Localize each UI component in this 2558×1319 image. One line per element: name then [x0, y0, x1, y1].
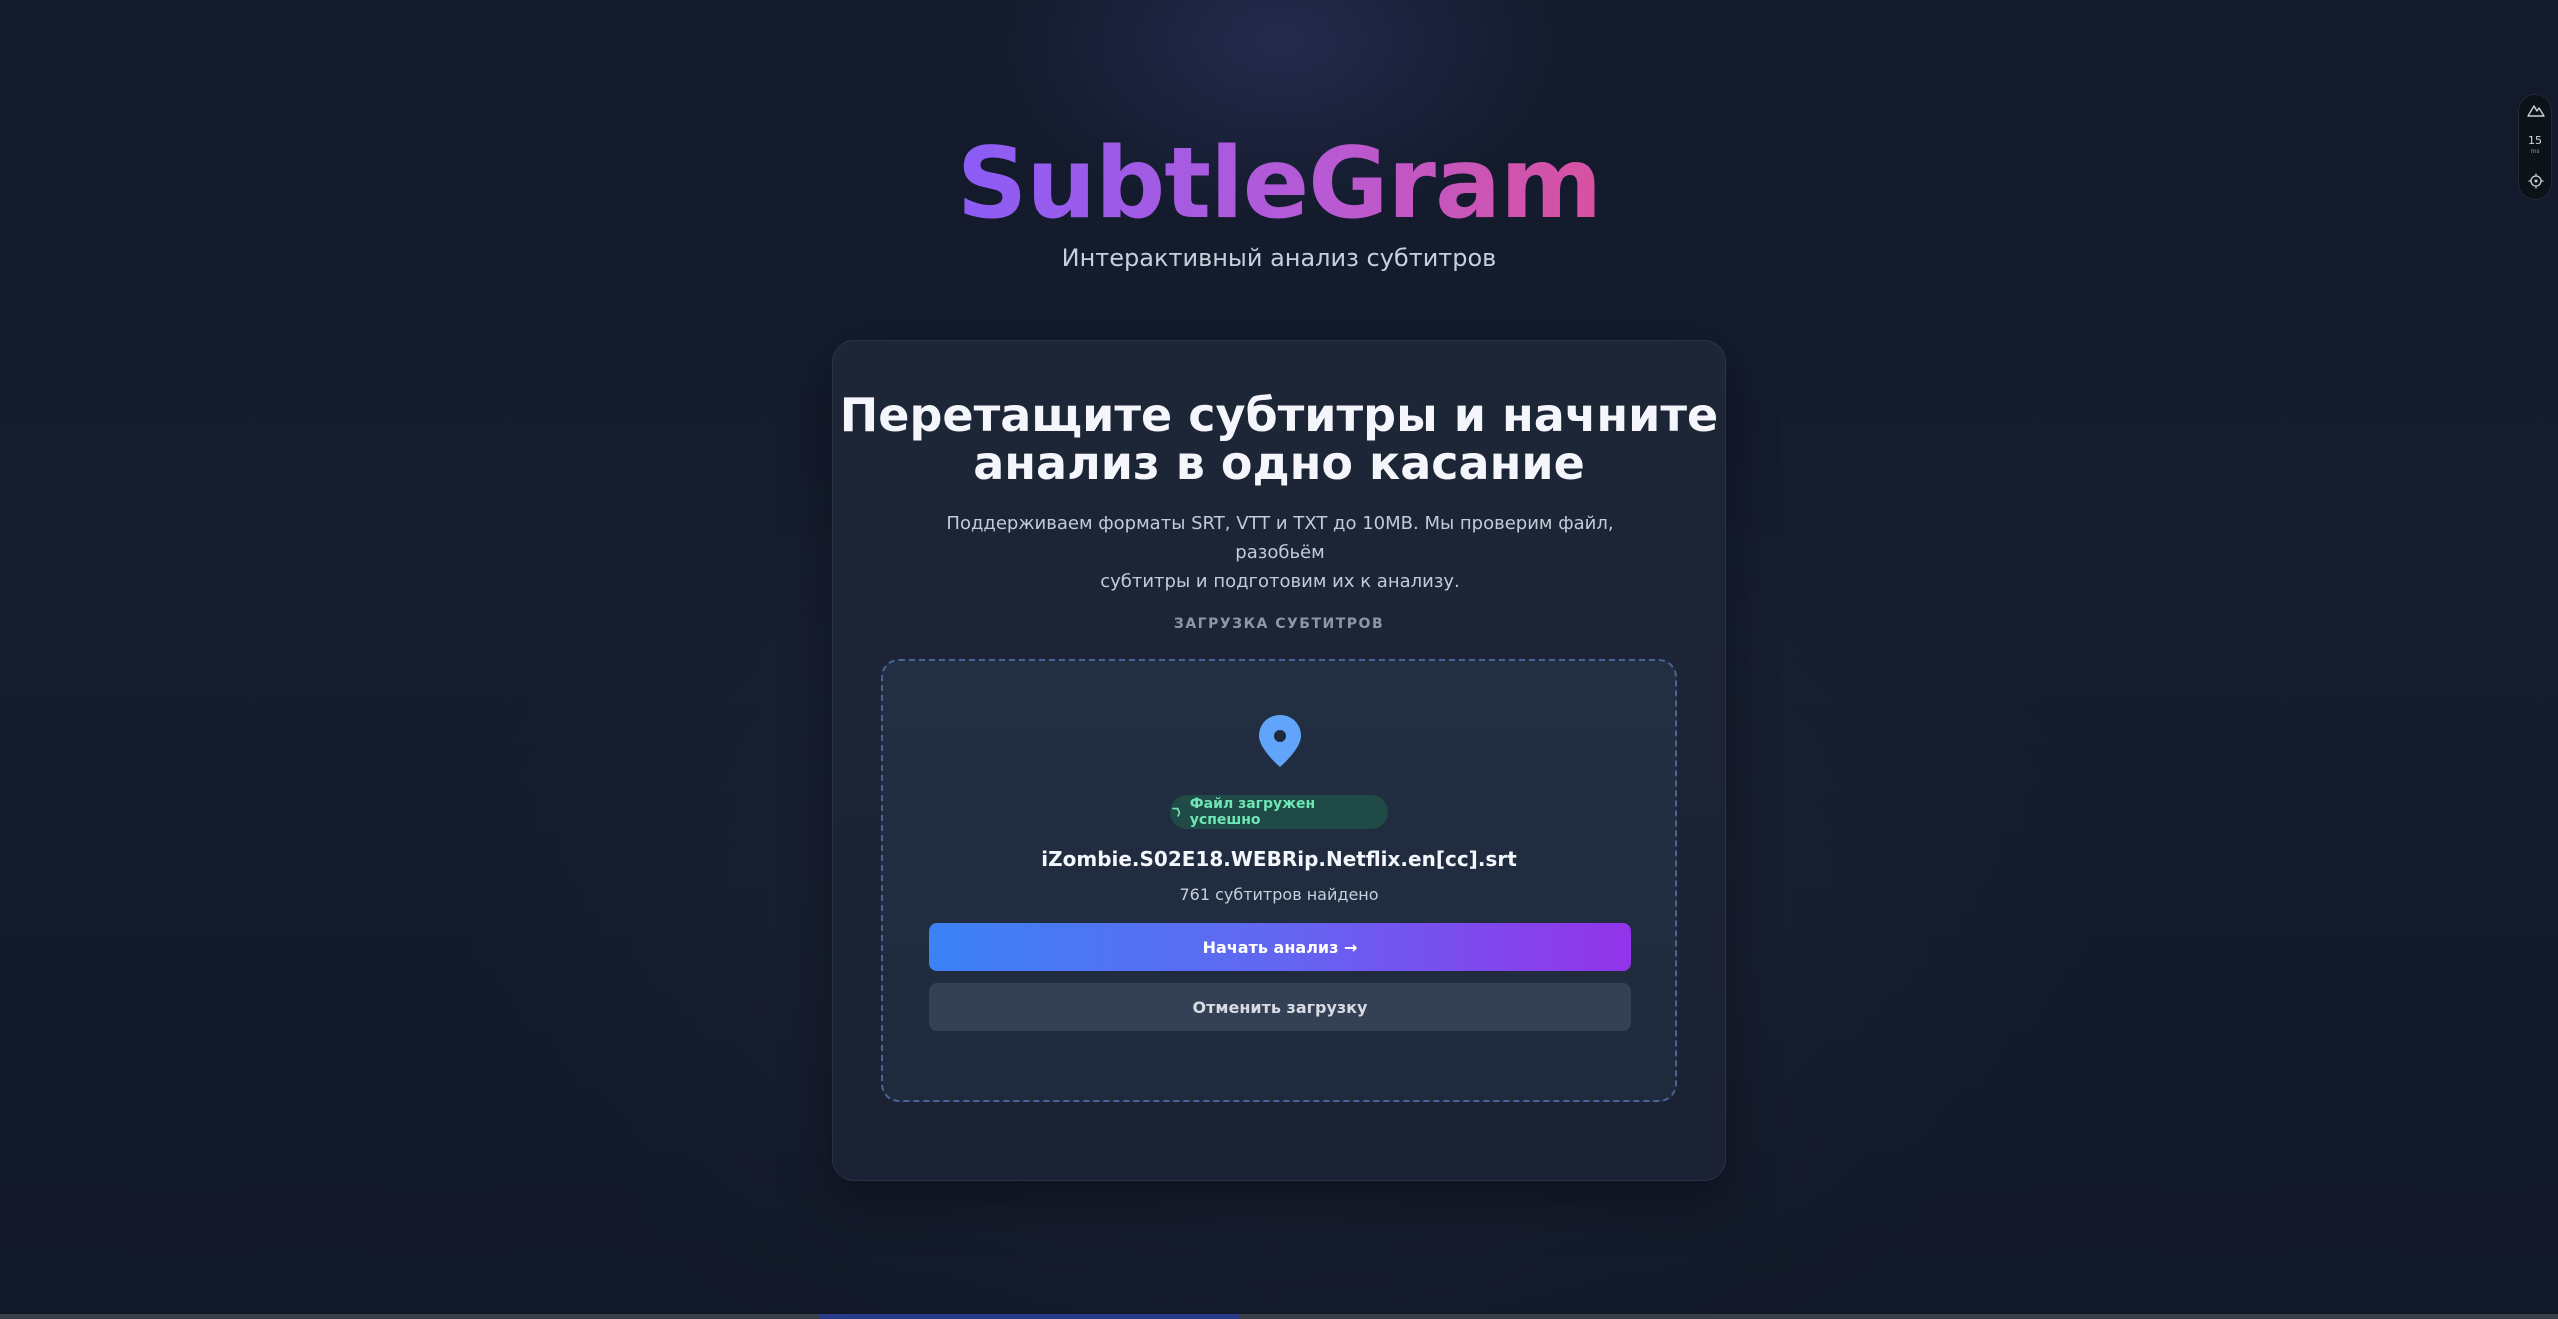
- start-analysis-label: Начать анализ →: [1202, 937, 1358, 957]
- section-label: ЗАГРУЗКА СУБТИТРОВ: [1173, 616, 1385, 632]
- file-dropzone[interactable]: Файл загружен успешно iZombie.S02E18.WEB…: [881, 659, 1677, 1102]
- map-pin-icon: [1259, 715, 1301, 767]
- card-description: Поддерживаем форматы SRT, VTT и TXT до 1…: [923, 509, 1637, 596]
- cancel-upload-label: Отменить загрузку: [1192, 997, 1368, 1017]
- file-name: iZombie.S02E18.WEBRip.Netflix.en[cc].srt: [1041, 847, 1517, 871]
- metric-value: 15: [2528, 134, 2542, 147]
- bottom-edge-bar: [0, 1314, 2558, 1319]
- target-icon: [2528, 173, 2544, 189]
- status-badge: Файл загружен успешно: [1170, 795, 1388, 829]
- bottom-edge-highlight: [820, 1314, 1240, 1319]
- card-title-line-1: Перетащите субтитры и начните: [839, 388, 1719, 442]
- app-tagline: Интерактивный анализ субтитров: [1061, 244, 1497, 272]
- check-icon: [1172, 807, 1181, 817]
- mountain-icon: [2527, 105, 2545, 117]
- card-description-line-2: субтитры и подготовим их к анализу.: [1100, 571, 1460, 592]
- subtitle-count: 761 субтитров найдено: [1179, 885, 1379, 904]
- app-title-text: SubtleGram: [956, 127, 1602, 241]
- performance-widget[interactable]: 15 ms: [2518, 94, 2552, 200]
- app-title: SubtleGram: [0, 128, 2558, 240]
- card-title-line-2: анализ в одно касание: [973, 436, 1585, 490]
- cancel-upload-button[interactable]: Отменить загрузку: [929, 983, 1631, 1031]
- card-description-line-1: Поддерживаем форматы SRT, VTT и TXT до 1…: [946, 513, 1614, 563]
- status-text: Файл загружен успешно: [1189, 796, 1316, 828]
- card-title: Перетащите субтитры и начните анализ в о…: [833, 391, 1725, 487]
- upload-card: Перетащите субтитры и начните анализ в о…: [832, 340, 1726, 1181]
- start-analysis-button[interactable]: Начать анализ →: [929, 923, 1631, 971]
- metric-unit: ms: [2530, 148, 2540, 155]
